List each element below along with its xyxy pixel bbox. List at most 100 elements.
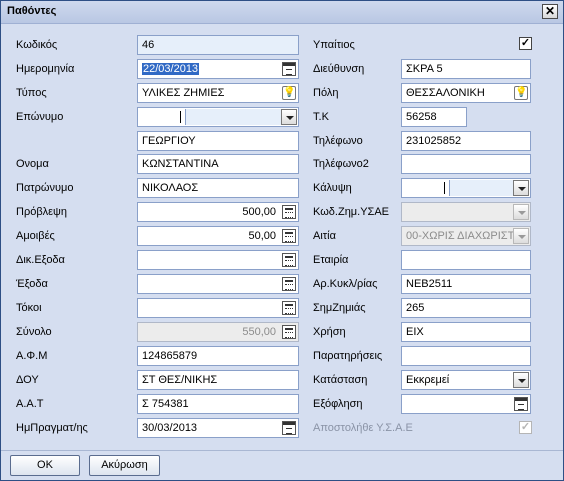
company-field[interactable]: [401, 250, 531, 270]
calculator-icon[interactable]: [282, 205, 296, 219]
interest-label: Τόκοι: [16, 302, 42, 314]
legal-label: Δικ.Εξοδα: [16, 254, 65, 266]
remarks-field[interactable]: [401, 346, 531, 366]
text-caret: [444, 182, 445, 194]
city-value: ΘΕΣΣΑΛΟΝΙΚΗ: [406, 87, 485, 99]
cancel-button[interactable]: Ακύρωση: [89, 455, 160, 476]
provision-label: Πρόβλεψη: [16, 206, 68, 218]
text-caret: [180, 111, 181, 123]
ysae-code-label: Κωδ.Ζημ.ΥΣΑΕ: [313, 206, 390, 218]
status-dropdown[interactable]: Εκκρεμεί: [401, 370, 531, 390]
calendar-icon[interactable]: [282, 421, 296, 435]
ysae-code-dropdown: [401, 202, 531, 222]
name-value: ΚΩΝΣΤΑΝΤΙΝΑ: [142, 158, 219, 170]
dialog-window: Παθόντες ✕ Κωδικός 46 Ημερομηνία 22/03/2…: [0, 0, 564, 481]
phone-label: Τηλέφωνο: [313, 135, 363, 147]
father-value: ΝΙΚΟΛΑΟΣ: [142, 182, 199, 194]
date-value: 22/03/2013: [142, 63, 200, 75]
calculator-icon[interactable]: [282, 253, 296, 267]
aat-label: Α.Α.Τ: [16, 398, 44, 410]
calendar-icon[interactable]: [514, 397, 528, 411]
calculator-icon[interactable]: [282, 277, 296, 291]
title-bar: Παθόντες ✕: [1, 1, 563, 24]
company-label: Εταιρία: [313, 254, 349, 266]
city-label: Πόλη: [313, 87, 339, 99]
legal-field[interactable]: [137, 250, 299, 270]
expenses-label: Έξοδα: [16, 278, 48, 290]
plate-field[interactable]: ΝΕΒ2511: [401, 274, 531, 294]
close-button[interactable]: ✕: [542, 4, 558, 19]
realdate-label: ΗμΠραγματ/ης: [16, 422, 88, 434]
dropdown-inner-box: [449, 180, 513, 196]
name-field[interactable]: ΚΩΝΣΤΑΝΤΙΝΑ: [137, 154, 299, 174]
interest-field[interactable]: [137, 298, 299, 318]
use-value: ΕΙΧ: [406, 326, 424, 338]
cause-label: Αιτία: [313, 230, 336, 242]
code-label: Κωδικός: [16, 39, 58, 51]
fees-label: Αμοιβές: [16, 230, 55, 242]
use-field[interactable]: ΕΙΧ: [401, 322, 531, 342]
liable-checkbox[interactable]: ✓: [519, 37, 532, 50]
provision-field[interactable]: 500,00: [137, 202, 299, 222]
realdate-field[interactable]: 30/03/2013: [137, 418, 299, 438]
footer-divider: [1, 450, 563, 451]
afm-value: 124865879: [142, 350, 198, 362]
afm-field[interactable]: 124865879: [137, 346, 299, 366]
address-field[interactable]: ΣΚΡΑ 5: [401, 59, 531, 79]
date-field[interactable]: 22/03/2013: [137, 59, 299, 79]
aat-field[interactable]: Σ 754381: [137, 394, 299, 414]
type-value: ΥΛΙΚΕΣ ΖΗΜΙΕΣ: [142, 87, 225, 99]
tk-value: 56258: [406, 111, 437, 123]
type-field[interactable]: ΥΛΙΚΕΣ ΖΗΜΙΕΣ 💡: [137, 83, 299, 103]
code-value: 46: [142, 39, 155, 51]
city-field[interactable]: ΘΕΣΣΑΛΟΝΙΚΗ 💡: [401, 83, 531, 103]
status-label: Κατάσταση: [313, 374, 368, 386]
damage-note-field[interactable]: 265: [401, 298, 531, 318]
surname-value: ΓΕΩΡΓΙΟΥ: [142, 135, 196, 147]
lightbulb-icon[interactable]: 💡: [282, 86, 296, 100]
sent-ysae-checkbox: ✓: [519, 421, 532, 434]
doy-field[interactable]: ΣΤ ΘΕΣ/ΝΙΚΗΣ: [137, 370, 299, 390]
name-label: Ονομα: [16, 158, 49, 170]
date-label: Ημερομηνία: [16, 63, 75, 75]
father-field[interactable]: ΝΙΚΟΛΑΟΣ: [137, 178, 299, 198]
plate-label: Αρ.Κυκλ/ρίας: [313, 278, 378, 290]
chevron-down-icon[interactable]: [513, 372, 529, 388]
calculator-icon[interactable]: [282, 301, 296, 315]
doy-value: ΣΤ ΘΕΣ/ΝΙΚΗΣ: [142, 374, 218, 386]
phone-field[interactable]: 231025852: [401, 131, 531, 151]
tk-label: Τ.Κ: [313, 111, 329, 123]
calendar-icon[interactable]: [282, 62, 296, 76]
surname-dropdown[interactable]: [137, 107, 299, 127]
type-label: Τύπος: [16, 87, 47, 99]
father-label: Πατρώνυμο: [16, 182, 74, 194]
liable-label: Υπαίτιος: [313, 39, 355, 51]
surname-field[interactable]: ΓΕΩΡΓΙΟΥ: [137, 131, 299, 151]
chevron-down-icon[interactable]: [281, 109, 297, 125]
total-value: 550,00: [242, 326, 276, 338]
cause-value: 00-ΧΩΡΙΣ ΔΙΑΧΩΡΙΣΤΙΚ: [406, 230, 525, 242]
sent-ysae-label: Αποστολήθε Υ.Σ.Α.Ε: [313, 422, 413, 434]
calculator-icon[interactable]: [282, 229, 296, 243]
chevron-down-icon: [513, 228, 529, 244]
doy-label: ΔΟΥ: [16, 374, 39, 386]
total-field: 550,00: [137, 322, 299, 342]
code-field[interactable]: 46: [137, 35, 299, 55]
fees-value: 50,00: [248, 230, 276, 242]
chevron-down-icon[interactable]: [513, 180, 529, 196]
phone2-field[interactable]: [401, 154, 531, 174]
use-label: Χρήση: [313, 326, 346, 338]
tk-field[interactable]: 56258: [401, 107, 467, 127]
coverage-dropdown[interactable]: [401, 178, 531, 198]
provision-value: 500,00: [242, 206, 276, 218]
cause-dropdown: 00-ΧΩΡΙΣ ΔΙΑΧΩΡΙΣΤΙΚ: [401, 226, 531, 246]
address-value: ΣΚΡΑ 5: [406, 63, 443, 75]
remarks-label: Παρατηρήσεις: [313, 350, 383, 362]
expenses-field[interactable]: [137, 274, 299, 294]
damage-note-value: 265: [406, 302, 425, 314]
damage-note-label: ΣημΖημιάς: [313, 302, 366, 314]
fees-field[interactable]: 50,00: [137, 226, 299, 246]
ok-button[interactable]: OK: [10, 455, 80, 476]
settlement-field[interactable]: [401, 394, 531, 414]
lightbulb-icon[interactable]: 💡: [514, 86, 528, 100]
